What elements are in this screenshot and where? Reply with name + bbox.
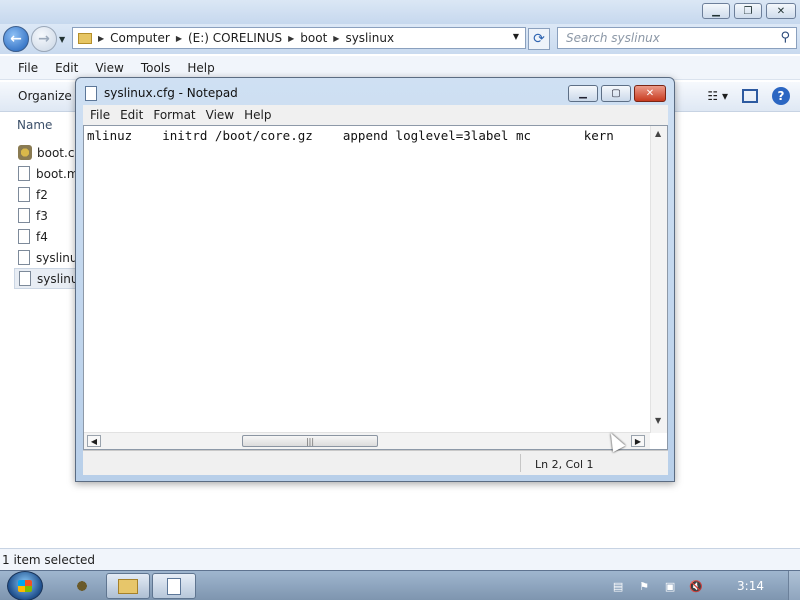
list-item[interactable]: f4 <box>14 226 84 247</box>
address-bar[interactable]: ▶ Computer ▶ (E:) CORELINUS ▶ boot ▶ sys… <box>72 27 526 49</box>
file-name: f3 <box>36 208 48 223</box>
show-desktop-button[interactable] <box>788 571 800 600</box>
cursor-position: Ln 2, Col 1 <box>535 458 594 471</box>
scroll-down-icon[interactable]: ▼ <box>655 416 661 425</box>
system-tray: ▤ ⚑ ▣ 🔇 3:14 <box>609 571 800 600</box>
menu-format[interactable]: Format <box>153 108 195 122</box>
refresh-icon[interactable]: ⟳ <box>528 28 550 50</box>
close-button[interactable]: ✕ <box>634 85 666 102</box>
menu-edit[interactable]: Edit <box>55 61 78 75</box>
breadcrumb-drive[interactable]: (E:) CORELINUS <box>188 31 282 45</box>
file-name: syslinu <box>37 271 79 286</box>
list-item[interactable]: syslinu <box>14 247 84 268</box>
breadcrumb-syslinux[interactable]: syslinux <box>345 31 394 45</box>
file-name: f4 <box>36 229 48 244</box>
tray-document-icon[interactable]: ▤ <box>609 578 627 594</box>
taskbar-pinned-app[interactable] <box>60 573 104 599</box>
column-header-name[interactable]: Name <box>17 118 52 132</box>
file-name: f2 <box>36 187 48 202</box>
close-button[interactable]: ✕ <box>766 3 796 19</box>
taskbar-notepad-button[interactable] <box>152 573 196 599</box>
recent-pages-dropdown-icon[interactable]: ▼ <box>59 35 65 44</box>
app-icon <box>74 579 90 593</box>
address-dropdown-icon[interactable]: ▼ <box>513 32 519 41</box>
view-options-icon[interactable]: ☷ ▾ <box>707 89 728 103</box>
list-item-selected[interactable]: syslinu <box>14 268 84 289</box>
document-icon <box>18 250 30 265</box>
document-icon <box>18 187 30 202</box>
document-icon <box>19 271 31 286</box>
explorer-titlebar: ▁ ❐ ✕ <box>0 0 800 24</box>
menu-view[interactable]: View <box>206 108 234 122</box>
text-editor-area[interactable]: mlinuz initrd /boot/core.gz append logle… <box>83 125 668 450</box>
scroll-left-icon[interactable]: ◀ <box>87 435 101 447</box>
menu-help[interactable]: Help <box>244 108 271 122</box>
file-name: boot.m <box>36 166 79 181</box>
volume-muted-icon[interactable]: 🔇 <box>687 578 705 594</box>
maximize-button[interactable]: ▢ <box>601 85 631 102</box>
notepad-icon <box>167 577 181 595</box>
organize-label: Organize <box>18 89 72 103</box>
list-item[interactable]: boot.ca <box>14 142 84 163</box>
list-item[interactable]: f2 <box>14 184 84 205</box>
notepad-window: syslinux.cfg - Notepad ▁ ▢ ✕ File Edit F… <box>75 77 675 482</box>
notepad-status-bar: Ln 2, Col 1 <box>83 450 668 475</box>
forward-arrow-icon[interactable]: → <box>31 26 57 52</box>
breadcrumb-separator-icon[interactable]: ▶ <box>176 34 182 43</box>
preview-pane-icon[interactable] <box>742 89 758 103</box>
minimize-button[interactable]: ▁ <box>568 85 598 102</box>
file-list: boot.ca boot.m f2 f3 f4 syslinu syslinu <box>14 142 84 289</box>
menu-view[interactable]: View <box>95 61 123 75</box>
folder-icon <box>118 578 138 594</box>
selection-status: 1 item selected <box>2 552 96 567</box>
action-center-icon[interactable]: ⚑ <box>635 578 653 594</box>
clock[interactable]: 3:14 <box>737 579 764 593</box>
search-input[interactable]: Search syslinux ⚲ <box>557 27 797 49</box>
toolbar-right: ☷ ▾ ? <box>693 87 790 105</box>
scroll-right-icon[interactable]: ▶ <box>631 435 645 447</box>
navigation-bar: ← → ▼ ▶ Computer ▶ (E:) CORELINUS ▶ boot… <box>0 24 800 54</box>
menu-file[interactable]: File <box>90 108 110 122</box>
taskbar-explorer-button[interactable] <box>106 573 150 599</box>
network-icon[interactable]: ▣ <box>661 578 679 594</box>
menu-help[interactable]: Help <box>187 61 214 75</box>
status-divider <box>520 454 521 472</box>
explorer-status-bar: 1 item selected <box>0 548 800 570</box>
breadcrumb-separator-icon[interactable]: ▶ <box>98 34 104 43</box>
restore-button[interactable]: ❐ <box>734 3 762 19</box>
list-item[interactable]: boot.m <box>14 163 84 184</box>
help-icon[interactable]: ? <box>772 87 790 105</box>
list-item[interactable]: f3 <box>14 205 84 226</box>
file-name: syslinu <box>36 250 78 265</box>
organize-button[interactable]: Organize ▾ <box>18 89 82 103</box>
windows-logo-icon <box>18 580 32 592</box>
taskbar: ▤ ⚑ ▣ 🔇 3:14 <box>0 570 800 600</box>
start-button[interactable] <box>7 571 43 600</box>
search-icon[interactable]: ⚲ <box>780 30 790 45</box>
notepad-menu-bar: File Edit Format View Help <box>83 105 668 125</box>
vertical-scrollbar[interactable]: ▲ ▼ <box>650 126 667 433</box>
notepad-title: syslinux.cfg - Notepad <box>104 86 238 100</box>
notepad-app-icon[interactable] <box>85 86 97 101</box>
menu-tools[interactable]: Tools <box>141 61 171 75</box>
scroll-up-icon[interactable]: ▲ <box>655 129 661 138</box>
breadcrumb-computer[interactable]: Computer <box>110 31 170 45</box>
search-placeholder: Search syslinux <box>566 31 660 45</box>
menu-file[interactable]: File <box>18 61 38 75</box>
breadcrumb-separator-icon[interactable]: ▶ <box>288 34 294 43</box>
document-icon <box>18 208 30 223</box>
settings-file-icon <box>18 145 32 160</box>
editor-text[interactable]: mlinuz initrd /boot/core.gz append logle… <box>87 128 614 143</box>
horizontal-scrollbar[interactable]: ◀ ||| ▶ <box>84 432 650 449</box>
minimize-button[interactable]: ▁ <box>702 3 730 19</box>
folder-icon <box>78 32 92 44</box>
scrollbar-thumb[interactable]: ||| <box>242 435 378 447</box>
breadcrumb-separator-icon[interactable]: ▶ <box>333 34 339 43</box>
document-icon <box>18 166 30 181</box>
menu-edit[interactable]: Edit <box>120 108 143 122</box>
document-icon <box>18 229 30 244</box>
breadcrumb-boot[interactable]: boot <box>300 31 327 45</box>
back-arrow-icon[interactable]: ← <box>3 26 29 52</box>
